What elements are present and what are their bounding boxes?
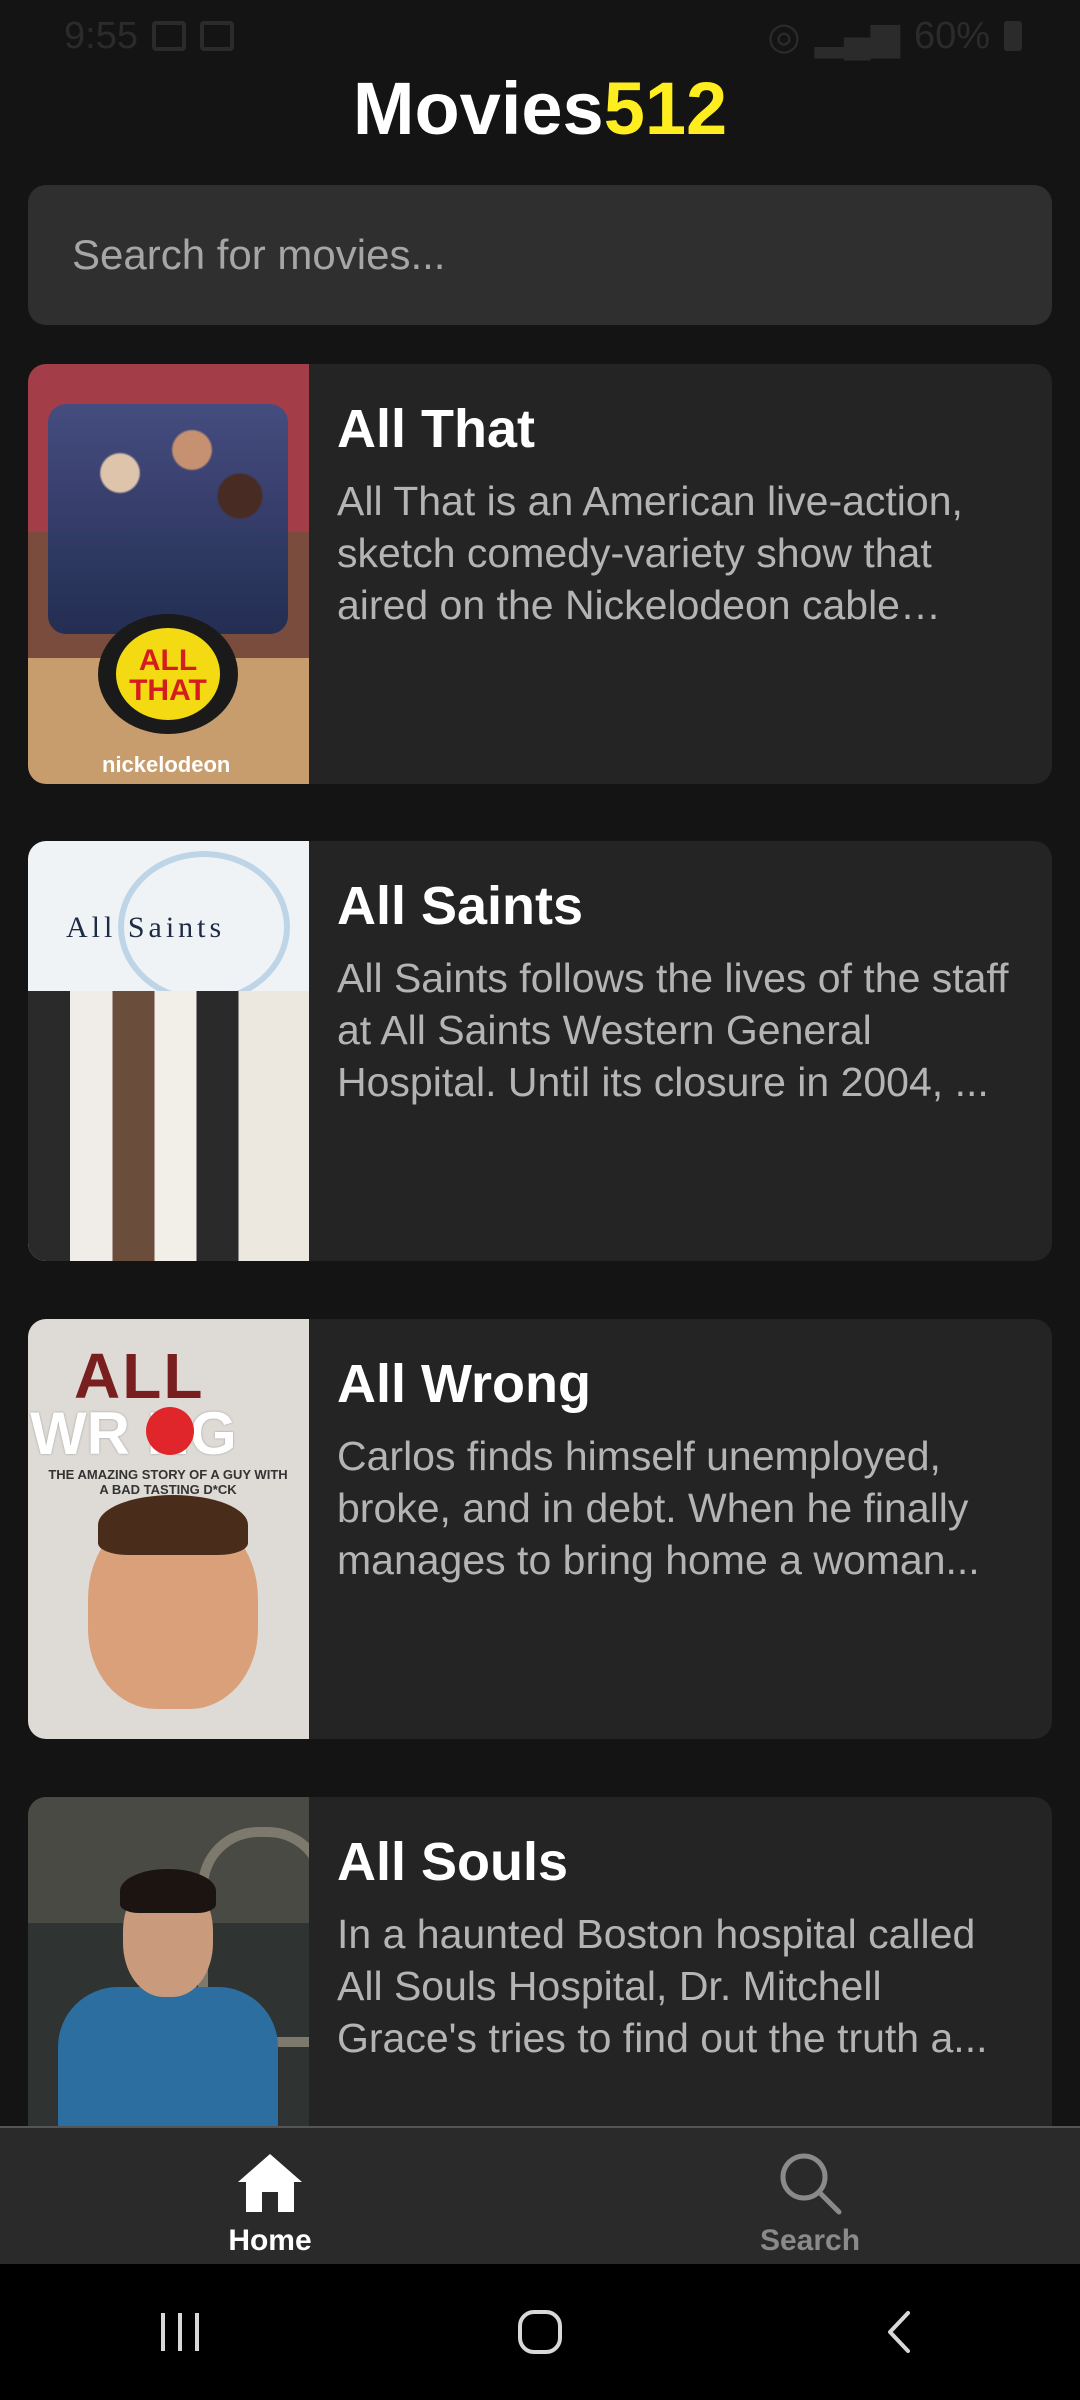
movie-card-all-saints[interactable]: All Saints All Saints All Saints follows… — [28, 841, 1052, 1261]
nav-home[interactable]: Home — [0, 2128, 540, 2264]
status-bar: 9:55 ◎ ▂▄▆ 60% — [0, 0, 1080, 72]
app-title-accent: 512 — [603, 67, 728, 150]
red-x-icon — [146, 1407, 194, 1455]
all-that-logo: ALL THAT — [98, 614, 238, 734]
movie-card-all-wrong[interactable]: ALL WR NG THE AMAZING STORY OF A GUY WIT… — [28, 1319, 1052, 1739]
status-left: 9:55 — [64, 15, 234, 58]
poster-title-text: All Saints — [66, 911, 226, 944]
card-body: All That All That is an American live-ac… — [309, 364, 1052, 784]
hotspot-icon: ◎ — [767, 15, 801, 58]
bottom-nav: Home Search — [0, 2126, 1080, 2264]
poster-figure-illustration — [58, 1987, 278, 2126]
poster-hair-illustration — [98, 1495, 248, 1555]
search-box[interactable] — [28, 185, 1052, 325]
system-home-button[interactable] — [480, 2292, 600, 2372]
back-button[interactable] — [840, 2292, 960, 2372]
card-body: All Wrong Carlos finds himself unemploye… — [309, 1319, 1052, 1739]
notification-icon — [199, 21, 234, 51]
poster-brand: nickelodeon — [102, 752, 231, 777]
poster-image: ALL THAT nickelodeon — [28, 364, 309, 784]
home-circle-icon — [518, 2310, 562, 2354]
movie-title: All Saints — [337, 876, 584, 936]
poster-title-line-2: WR NG — [30, 1400, 237, 1467]
poster-image — [28, 1797, 309, 2126]
movie-description: Carlos finds himself unemployed, broke, … — [337, 1433, 980, 1584]
home-icon — [238, 2154, 302, 2212]
search-input[interactable] — [70, 230, 1052, 280]
recents-icon — [161, 2313, 199, 2351]
poster-logo-text: ALL THAT — [116, 628, 220, 720]
poster-tagline: THE AMAZING STORY OF A GUY WITH A BAD TA… — [48, 1467, 288, 1497]
nav-search-label: Search — [759, 2224, 861, 2257]
back-chevron-icon — [888, 2311, 910, 2353]
gallery-icon — [151, 21, 186, 51]
signal-icon: ▂▄▆ — [814, 15, 900, 58]
movie-title: All That — [337, 399, 535, 459]
movie-title: All Souls — [337, 1832, 569, 1892]
movie-card-all-that[interactable]: ALL THAT nickelodeon All That All That i… — [28, 364, 1052, 784]
app-title-main: Movies — [352, 67, 604, 150]
card-body: All Saints All Saints follows the lives … — [309, 841, 1052, 1261]
battery-icon — [1004, 21, 1022, 51]
poster-hair-illustration — [120, 1869, 216, 1913]
status-right: ◎ ▂▄▆ 60% — [767, 14, 1022, 59]
movie-card-all-souls[interactable]: All Souls In a haunted Boston hospital c… — [28, 1797, 1052, 2126]
app-title: Movies512 — [0, 66, 1080, 151]
movie-description: All That is an American live-action, ske… — [337, 478, 963, 629]
movie-description: All Saints follows the lives of the staf… — [337, 955, 1009, 1106]
movie-description: In a haunted Boston hospital called All … — [337, 1911, 988, 2062]
poster-image: All Saints — [28, 841, 309, 1261]
poster-cast-illustration — [28, 991, 309, 1261]
movie-title: All Wrong — [337, 1354, 591, 1414]
card-body: All Souls In a haunted Boston hospital c… — [309, 1797, 1052, 2126]
status-time: 9:55 — [64, 14, 138, 57]
search-icon — [780, 2153, 842, 2215]
poster-cast-illustration — [48, 404, 288, 634]
recents-button[interactable] — [120, 2292, 240, 2372]
system-nav-bar — [0, 2264, 1080, 2400]
nav-home-label: Home — [228, 2224, 312, 2257]
poster-image: ALL WR NG THE AMAZING STORY OF A GUY WIT… — [28, 1319, 309, 1739]
movie-list[interactable]: ALL THAT nickelodeon All That All That i… — [28, 364, 1052, 2126]
battery-text: 60% — [913, 14, 990, 57]
nav-search[interactable]: Search — [540, 2128, 1080, 2264]
